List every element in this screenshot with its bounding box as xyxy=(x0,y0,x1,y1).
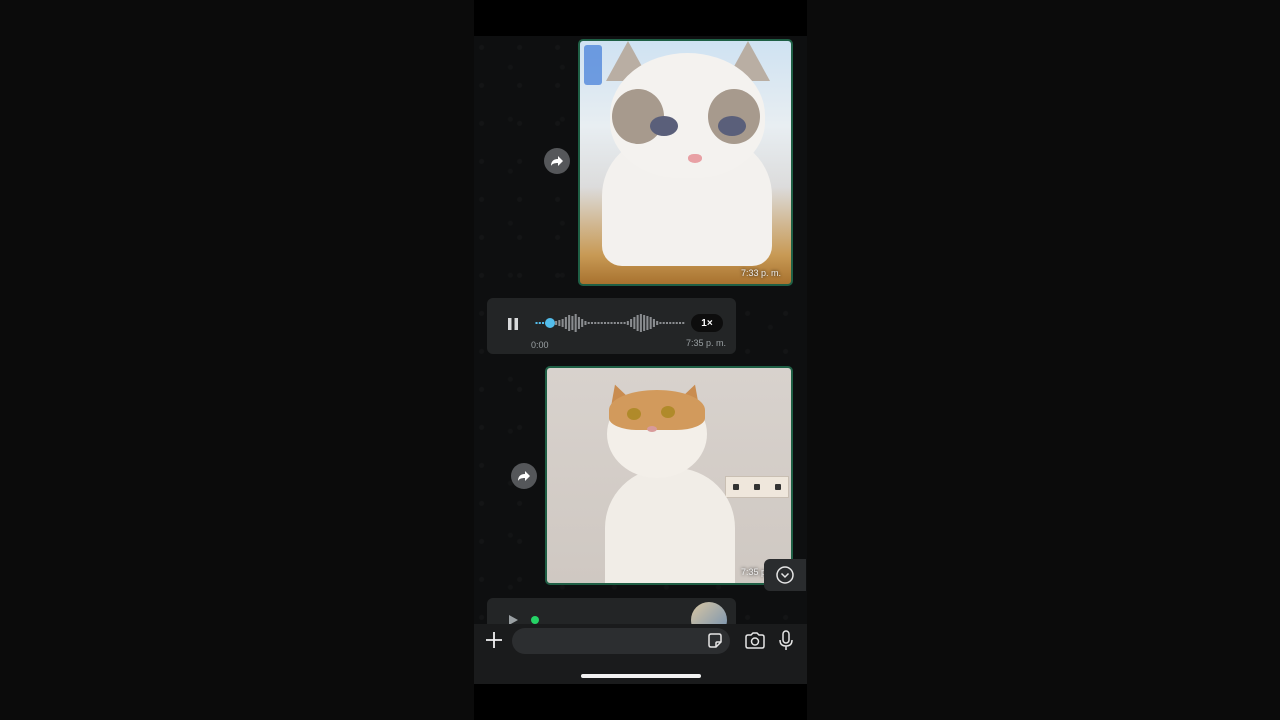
scroll-to-bottom-button[interactable] xyxy=(764,559,806,591)
waveform-bar xyxy=(590,322,593,324)
voice-message-partial[interactable] xyxy=(487,598,736,624)
play-icon xyxy=(509,615,518,624)
waveform-bar xyxy=(607,322,610,324)
camera-button[interactable] xyxy=(744,631,766,651)
waveform-bar xyxy=(555,321,558,325)
cat-nose xyxy=(688,154,702,163)
waveform-bar xyxy=(558,320,561,326)
waveform-bar xyxy=(564,317,567,329)
playback-speed-button[interactable]: 1× xyxy=(691,314,723,332)
chevron-down-icon xyxy=(776,566,794,584)
waveform-bar xyxy=(600,322,603,324)
waveform-bar xyxy=(682,322,685,324)
wall-outlet xyxy=(725,476,789,498)
attach-button[interactable] xyxy=(484,630,504,650)
waveform-bar xyxy=(675,322,678,324)
waveform-bar xyxy=(597,322,600,324)
plus-icon xyxy=(486,632,502,648)
cat-eye xyxy=(650,116,678,136)
waveform-bar xyxy=(649,317,652,329)
voice-waveform[interactable] xyxy=(535,311,685,335)
waveform-bar xyxy=(636,315,639,331)
waveform-bar xyxy=(594,322,597,324)
forward-icon xyxy=(518,471,530,481)
playback-dot xyxy=(531,616,539,624)
microphone-icon xyxy=(779,630,793,650)
forward-button[interactable] xyxy=(544,148,570,174)
message-time: 7:35 p. m. xyxy=(685,338,726,348)
waveform-bar xyxy=(630,319,633,327)
waveform-bar xyxy=(613,322,616,324)
waveform-bar xyxy=(610,322,613,324)
message-time: 7:33 p. m. xyxy=(740,268,781,278)
cat-eye xyxy=(718,116,746,136)
image-message-cat[interactable]: 7:33 p. m. xyxy=(578,39,793,286)
waveform-bar xyxy=(633,317,636,329)
waveform-bar xyxy=(646,316,649,330)
waveform-bar xyxy=(617,322,620,324)
camera-icon xyxy=(745,632,765,649)
phone-screen: 7:33 p. m. 1× 0:00 7:35 p. m. 7:35 p. m. xyxy=(474,0,807,720)
waveform-bar xyxy=(639,314,642,332)
waveform-bar xyxy=(584,321,587,325)
waveform-bar xyxy=(672,322,675,324)
waveform-bar xyxy=(623,322,626,324)
microphone-button[interactable] xyxy=(778,629,794,653)
image-message-cat[interactable]: 7:35 p. m. xyxy=(545,366,793,585)
sticker-button[interactable] xyxy=(706,632,724,650)
waveform-bar xyxy=(538,322,541,324)
waveform-bar xyxy=(542,322,545,324)
waveform-bar xyxy=(577,317,580,329)
playback-scrubber[interactable] xyxy=(545,318,555,328)
waveform-bar xyxy=(587,322,590,324)
waveform-bar xyxy=(678,322,682,324)
waveform-bar xyxy=(561,319,564,327)
waveform-bar xyxy=(652,319,655,327)
cat-fur-patch xyxy=(609,390,705,430)
sticker-icon xyxy=(708,633,722,648)
voice-message: 1× 0:00 7:35 p. m. xyxy=(487,298,736,354)
message-input[interactable] xyxy=(512,628,730,654)
waveform-bar xyxy=(643,315,646,331)
forward-button[interactable] xyxy=(511,463,537,489)
cat-nose xyxy=(647,426,657,432)
waveform-bar xyxy=(603,322,607,324)
waveform-bar xyxy=(568,315,571,331)
waveform-bar xyxy=(620,322,623,324)
pause-button[interactable] xyxy=(505,316,521,332)
home-indicator xyxy=(581,674,701,678)
avatar xyxy=(691,602,727,624)
waveform-bar xyxy=(669,322,672,324)
pause-icon xyxy=(508,318,518,330)
cat-eye xyxy=(627,408,641,420)
waveform-bar xyxy=(665,322,668,324)
waveform-bar xyxy=(574,314,577,332)
cat-eye xyxy=(661,406,675,418)
waveform-bar xyxy=(535,322,538,324)
forward-icon xyxy=(551,156,563,166)
waveform-bar xyxy=(571,316,574,330)
voice-duration: 0:00 xyxy=(531,340,549,350)
background-object xyxy=(584,45,602,85)
screen: 7:33 p. m. 1× 0:00 7:35 p. m. 7:35 p. m. xyxy=(0,0,1280,720)
cat-body xyxy=(605,468,735,583)
waveform-bar xyxy=(662,322,665,324)
chat-area[interactable]: 7:33 p. m. 1× 0:00 7:35 p. m. 7:35 p. m. xyxy=(474,36,807,624)
waveform-bar xyxy=(581,319,584,327)
waveform-bar xyxy=(626,321,629,325)
waveform-bar xyxy=(656,321,659,325)
waveform-bar xyxy=(659,322,662,324)
composer-bar xyxy=(474,624,807,684)
